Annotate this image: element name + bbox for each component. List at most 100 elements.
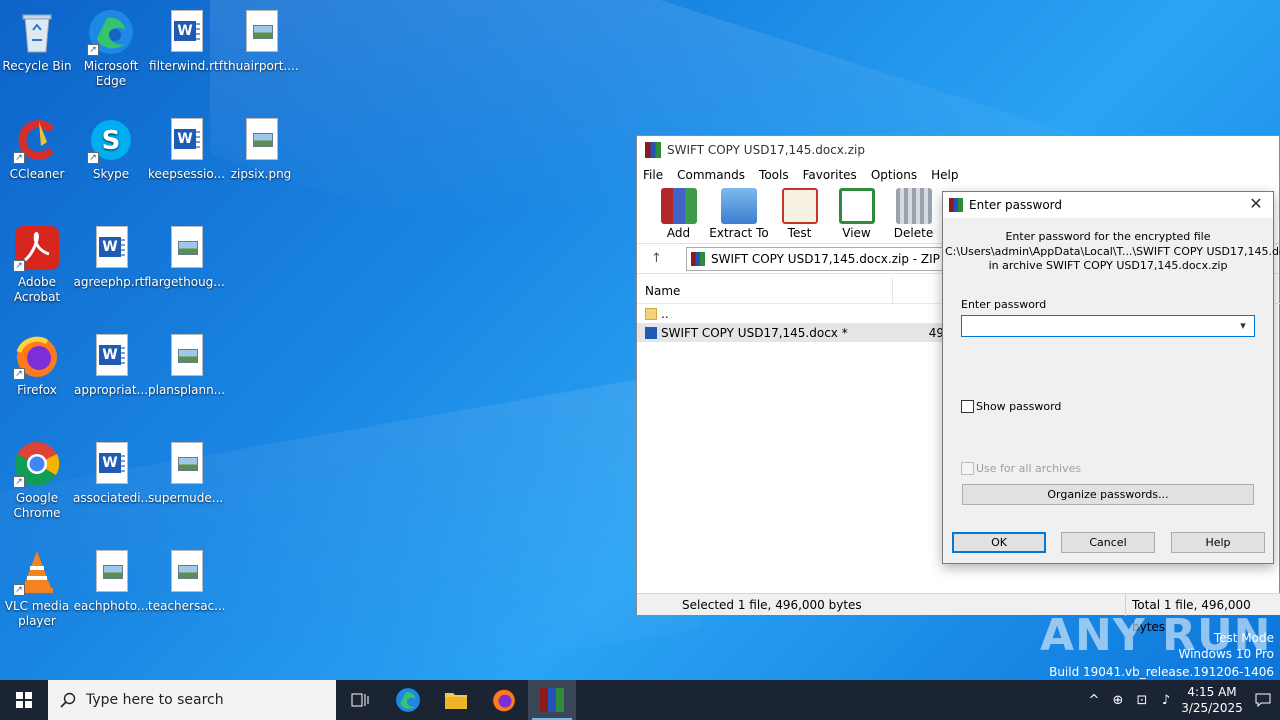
skype-icon: S ↗ bbox=[87, 116, 135, 164]
extract-to-button[interactable]: Extract To bbox=[708, 186, 770, 243]
edge-icon: ↗ bbox=[87, 8, 135, 56]
desktop-icon-adobe-acrobat[interactable]: ↗ Adobe Acrobat bbox=[0, 220, 75, 305]
taskbar-winrar[interactable] bbox=[528, 680, 576, 720]
cancel-button[interactable]: Cancel bbox=[1061, 532, 1155, 553]
dialog-info: Enter password for the encrypted file C:… bbox=[945, 230, 1280, 272]
image-file-icon bbox=[237, 116, 285, 164]
checkbox-box[interactable] bbox=[961, 400, 974, 413]
menu-file[interactable]: File bbox=[643, 168, 663, 182]
word-doc-icon: W bbox=[87, 224, 135, 272]
desktop-icon-vlc[interactable]: ↗ VLC media player bbox=[0, 544, 75, 629]
device-icon[interactable]: ⊕ bbox=[1106, 693, 1130, 708]
menu-bar: File Commands Tools Favorites Options He… bbox=[637, 164, 1279, 186]
network-icon[interactable]: ⊡ bbox=[1130, 693, 1154, 708]
show-password-checkbox[interactable]: Show password bbox=[961, 400, 1061, 413]
word-doc-icon: W bbox=[162, 116, 210, 164]
winrar-icon bbox=[645, 142, 661, 158]
start-button[interactable] bbox=[0, 680, 48, 720]
chrome-icon: ↗ bbox=[13, 440, 61, 488]
image-file-icon bbox=[162, 224, 210, 272]
add-archive-icon bbox=[660, 188, 697, 224]
desktop-icon-firefox[interactable]: ↗ Firefox bbox=[0, 328, 75, 398]
desktop-icon-teachersac[interactable]: teachersac... bbox=[148, 544, 224, 614]
organize-passwords-button[interactable]: Organize passwords... bbox=[962, 484, 1254, 505]
password-input[interactable]: ▾ bbox=[961, 315, 1255, 337]
desktop-icon-microsoft-edge[interactable]: ↗ Microsoft Edge bbox=[73, 4, 149, 89]
ok-button[interactable]: OK bbox=[952, 532, 1046, 553]
password-label: Enter password bbox=[961, 298, 1047, 311]
notification-icon bbox=[1255, 693, 1271, 707]
desktop-icon-eachphoto[interactable]: eachphoto... bbox=[73, 544, 149, 614]
volume-icon[interactable]: ♪ bbox=[1154, 693, 1178, 708]
taskbar-file-explorer[interactable] bbox=[432, 680, 480, 720]
image-file-icon bbox=[162, 440, 210, 488]
taskbar: Type here to search ^ ⊕ ⊡ ♪ 4:15 AM 3/25… bbox=[0, 680, 1280, 720]
list-item[interactable]: SWIFT COPY USD17,145.docx * 49 bbox=[637, 323, 947, 342]
up-arrow-icon[interactable]: ↑ bbox=[651, 251, 671, 266]
desktop-icon-agreephp[interactable]: W agreephp.rtf bbox=[73, 220, 149, 290]
desktop-icon-supernude[interactable]: supernude.... bbox=[148, 436, 224, 506]
close-icon[interactable]: ✕ bbox=[1247, 195, 1265, 213]
clock[interactable]: 4:15 AM 3/25/2025 bbox=[1178, 684, 1246, 716]
taskbar-edge[interactable] bbox=[384, 680, 432, 720]
test-clipboard-icon bbox=[781, 188, 818, 224]
word-doc-icon: W bbox=[87, 332, 135, 380]
menu-help[interactable]: Help bbox=[931, 168, 958, 182]
desktop-icon-google-chrome[interactable]: ↗ Google Chrome bbox=[0, 436, 75, 521]
desktop-icon-associatedi[interactable]: W associatedi... bbox=[73, 436, 149, 506]
use-for-all-archives-checkbox[interactable]: Use for all archives bbox=[961, 462, 1081, 475]
acrobat-icon: ↗ bbox=[13, 224, 61, 272]
dialog-titlebar[interactable]: Enter password ✕ bbox=[943, 192, 1273, 218]
menu-tools[interactable]: Tools bbox=[759, 168, 789, 182]
file-explorer-icon bbox=[445, 693, 467, 709]
menu-favorites[interactable]: Favorites bbox=[803, 168, 857, 182]
trash-can-icon bbox=[895, 188, 932, 224]
desktop-icon-recycle-bin[interactable]: Recycle Bin bbox=[0, 4, 75, 74]
winrar-icon bbox=[540, 688, 564, 712]
image-file-icon bbox=[162, 332, 210, 380]
recycle-bin-icon bbox=[13, 8, 61, 56]
desktop-icon-appropriat[interactable]: W appropriat... bbox=[73, 328, 149, 398]
view-button[interactable]: View bbox=[829, 186, 884, 243]
help-button[interactable]: Help bbox=[1171, 532, 1265, 553]
firefox-icon bbox=[493, 689, 515, 712]
ccleaner-icon: ↗ bbox=[13, 116, 61, 164]
delete-button[interactable]: Delete bbox=[886, 186, 941, 243]
build-label: Build 19041.vb_release.191206-1406 bbox=[1049, 665, 1274, 679]
task-view-button[interactable] bbox=[336, 680, 384, 720]
test-button[interactable]: Test bbox=[772, 186, 827, 243]
desktop-icon-largethoug[interactable]: largethoug... bbox=[148, 220, 224, 290]
desktop-icon-zipsix[interactable]: zipsix.png bbox=[223, 112, 299, 182]
desktop-icon-keepsessio[interactable]: W keepsessio... bbox=[148, 112, 224, 182]
svg-text:S: S bbox=[102, 126, 121, 156]
dialog-title: Enter password bbox=[969, 198, 1062, 212]
archive-path-field[interactable]: SWIFT COPY USD17,145.docx.zip - ZIP arch… bbox=[686, 246, 956, 271]
task-view-icon bbox=[351, 693, 369, 707]
chevron-up-icon[interactable]: ^ bbox=[1082, 693, 1106, 708]
desktop-icon-skype[interactable]: S ↗ Skype bbox=[73, 112, 149, 182]
windows-edition-label: Windows 10 Pro bbox=[1178, 647, 1274, 661]
chevron-down-icon[interactable]: ▾ bbox=[1234, 317, 1252, 335]
desktop-icon-thuairport[interactable]: thuairport.... bbox=[223, 4, 299, 74]
vlc-icon: ↗ bbox=[13, 548, 61, 596]
window-title: SWIFT COPY USD17,145.docx.zip bbox=[667, 143, 865, 157]
taskbar-search[interactable]: Type here to search bbox=[48, 680, 336, 720]
view-book-icon bbox=[838, 188, 875, 224]
checkbox-box[interactable] bbox=[961, 462, 974, 475]
search-icon bbox=[60, 692, 76, 708]
firefox-icon: ↗ bbox=[13, 332, 61, 380]
taskbar-firefox[interactable] bbox=[480, 680, 528, 720]
menu-options[interactable]: Options bbox=[871, 168, 917, 182]
column-name[interactable]: Name bbox=[637, 277, 893, 304]
desktop-icon-plansplann[interactable]: plansplann... bbox=[148, 328, 224, 398]
notification-button[interactable] bbox=[1246, 680, 1280, 720]
menu-commands[interactable]: Commands bbox=[677, 168, 745, 182]
add-button[interactable]: Add bbox=[651, 186, 706, 243]
desktop-icon-ccleaner[interactable]: ↗ CCleaner bbox=[0, 112, 75, 182]
winrar-titlebar[interactable]: SWIFT COPY USD17,145.docx.zip bbox=[637, 136, 1279, 164]
extract-folder-icon bbox=[721, 188, 757, 224]
winrar-icon bbox=[691, 251, 705, 266]
desktop-icon-filterwind[interactable]: W filterwind.rtf bbox=[148, 4, 224, 74]
image-file-icon bbox=[162, 548, 210, 596]
edge-icon bbox=[396, 688, 420, 712]
